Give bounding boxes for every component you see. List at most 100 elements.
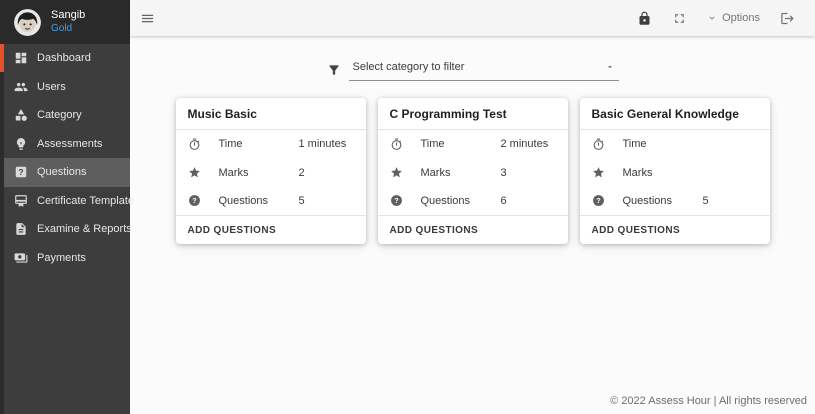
sidebar-item-questions[interactable]: ? Questions bbox=[0, 158, 130, 187]
sidebar-item-users[interactable]: Users bbox=[0, 73, 130, 102]
logout-button[interactable] bbox=[780, 11, 795, 26]
active-route-indicator bbox=[0, 44, 4, 72]
sidebar-item-payments[interactable]: Payments bbox=[0, 244, 130, 273]
add-questions-button[interactable]: ADD QUESTIONS bbox=[176, 215, 366, 244]
sidebar-menu: Dashboard Users Category Assessments bbox=[0, 44, 130, 272]
svg-text:?: ? bbox=[192, 197, 197, 206]
svg-text:?: ? bbox=[19, 168, 24, 177]
main-area: Options Select category to filter bbox=[130, 0, 815, 414]
category-filter: Select category to filter bbox=[327, 59, 619, 81]
sidebar-item-label: Payments bbox=[37, 252, 86, 264]
category-filter-select[interactable]: Select category to filter bbox=[349, 59, 619, 81]
sidebar-item-label: Category bbox=[37, 109, 82, 121]
user-text: Sangib Gold bbox=[51, 9, 85, 35]
chevron-down-icon bbox=[707, 13, 717, 23]
assessment-cards: Music Basic Time 1 minutes Marks 2 bbox=[130, 98, 815, 244]
timer-icon bbox=[188, 138, 219, 151]
card-row-value: 1 minutes bbox=[299, 138, 354, 150]
footer-copyright: © 2022 Assess Hour | All rights reserved bbox=[610, 395, 815, 414]
card-row-label: Questions bbox=[219, 195, 299, 207]
sidebar-item-category[interactable]: Category bbox=[0, 101, 130, 130]
fullscreen-icon bbox=[672, 11, 687, 26]
sidebar-item-certificate-template[interactable]: Certificate Template bbox=[0, 187, 130, 216]
card-row-questions: ? Questions 6 bbox=[378, 187, 568, 215]
avatar bbox=[14, 9, 41, 36]
lock-icon bbox=[637, 11, 652, 26]
card-row-marks: Marks 2 bbox=[176, 158, 366, 186]
card-row-time: Time 1 minutes bbox=[176, 130, 366, 158]
card-row-value: 5 bbox=[299, 195, 354, 207]
menu-icon bbox=[140, 11, 155, 26]
sidebar-item-label: Dashboard bbox=[37, 52, 91, 64]
card-row-label: Time bbox=[421, 138, 501, 150]
sidebar-item-label: Users bbox=[37, 81, 66, 93]
help-icon: ? bbox=[390, 194, 421, 207]
star-icon bbox=[390, 166, 421, 179]
payments-icon bbox=[14, 251, 28, 265]
assessment-card-basic-general-knowledge: Basic General Knowledge Time Marks bbox=[580, 98, 770, 244]
user-panel[interactable]: Sangib Gold bbox=[0, 0, 130, 44]
sidebar-item-examine-reports[interactable]: Examine & Reports bbox=[0, 215, 130, 244]
card-row-value: 2 bbox=[299, 167, 354, 179]
card-row-label: Marks bbox=[421, 167, 501, 179]
sidebar-item-label: Assessments bbox=[37, 138, 102, 150]
card-title: C Programming Test bbox=[378, 98, 568, 130]
timer-icon bbox=[390, 138, 421, 151]
dropdown-arrow-icon bbox=[605, 62, 615, 72]
star-icon bbox=[592, 166, 623, 179]
card-row-label: Time bbox=[623, 138, 703, 150]
card-row-questions: ? Questions 5 bbox=[176, 187, 366, 215]
star-icon bbox=[188, 166, 219, 179]
report-doc-icon bbox=[14, 222, 28, 236]
category-icon bbox=[14, 108, 28, 122]
lock-button[interactable] bbox=[637, 11, 652, 26]
assessment-card-music-basic: Music Basic Time 1 minutes Marks 2 bbox=[176, 98, 366, 244]
app-root: Sangib Gold Dashboard Users bbox=[0, 0, 815, 414]
sidebar-item-assessments[interactable]: Assessments bbox=[0, 130, 130, 159]
sidebar-item-label: Questions bbox=[37, 166, 87, 178]
svg-text:?: ? bbox=[596, 197, 601, 206]
fullscreen-button[interactable] bbox=[672, 11, 687, 26]
card-row-marks: Marks 3 bbox=[378, 158, 568, 186]
user-badge: Gold bbox=[51, 23, 85, 36]
topbar: Options bbox=[130, 0, 815, 36]
card-row-label: Questions bbox=[421, 195, 501, 207]
filter-funnel-icon bbox=[327, 63, 341, 77]
help-icon: ? bbox=[592, 194, 623, 207]
sidebar-item-label: Examine & Reports bbox=[37, 223, 132, 235]
select-placeholder: Select category to filter bbox=[353, 61, 465, 73]
svg-text:?: ? bbox=[394, 197, 399, 206]
card-row-value: 5 bbox=[703, 195, 758, 207]
dashboard-icon bbox=[14, 51, 28, 65]
logout-icon bbox=[780, 11, 795, 26]
card-row-questions: ? Questions 5 bbox=[580, 187, 770, 215]
user-name: Sangib bbox=[51, 9, 85, 23]
card-row-value: 6 bbox=[501, 195, 556, 207]
menu-toggle-button[interactable] bbox=[140, 11, 155, 26]
sidebar-item-dashboard[interactable]: Dashboard bbox=[0, 44, 130, 73]
timer-icon bbox=[592, 138, 623, 151]
card-row-label: Marks bbox=[623, 167, 703, 179]
content: Select category to filter Music Basic Ti… bbox=[130, 36, 815, 414]
question-box-icon: ? bbox=[14, 165, 28, 179]
card-row-marks: Marks bbox=[580, 158, 770, 186]
options-label: Options bbox=[722, 12, 760, 24]
card-row-time: Time bbox=[580, 130, 770, 158]
options-dropdown[interactable]: Options bbox=[707, 12, 760, 24]
card-row-label: Time bbox=[219, 138, 299, 150]
help-icon: ? bbox=[188, 194, 219, 207]
sidebar-item-label: Certificate Template bbox=[37, 195, 134, 207]
users-icon bbox=[14, 80, 28, 94]
card-title: Basic General Knowledge bbox=[580, 98, 770, 130]
add-questions-button[interactable]: ADD QUESTIONS bbox=[378, 215, 568, 244]
sidebar: Sangib Gold Dashboard Users bbox=[0, 0, 130, 414]
card-title: Music Basic bbox=[176, 98, 366, 130]
card-row-label: Marks bbox=[219, 167, 299, 179]
card-row-value: 3 bbox=[501, 167, 556, 179]
topbar-actions: Options bbox=[637, 11, 795, 26]
lightbulb-icon bbox=[14, 137, 28, 151]
assessment-card-c-programming-test: C Programming Test Time 2 minutes Marks bbox=[378, 98, 568, 244]
add-questions-button[interactable]: ADD QUESTIONS bbox=[580, 215, 770, 244]
sidebar-rail bbox=[0, 44, 4, 414]
certificate-icon bbox=[14, 194, 28, 208]
